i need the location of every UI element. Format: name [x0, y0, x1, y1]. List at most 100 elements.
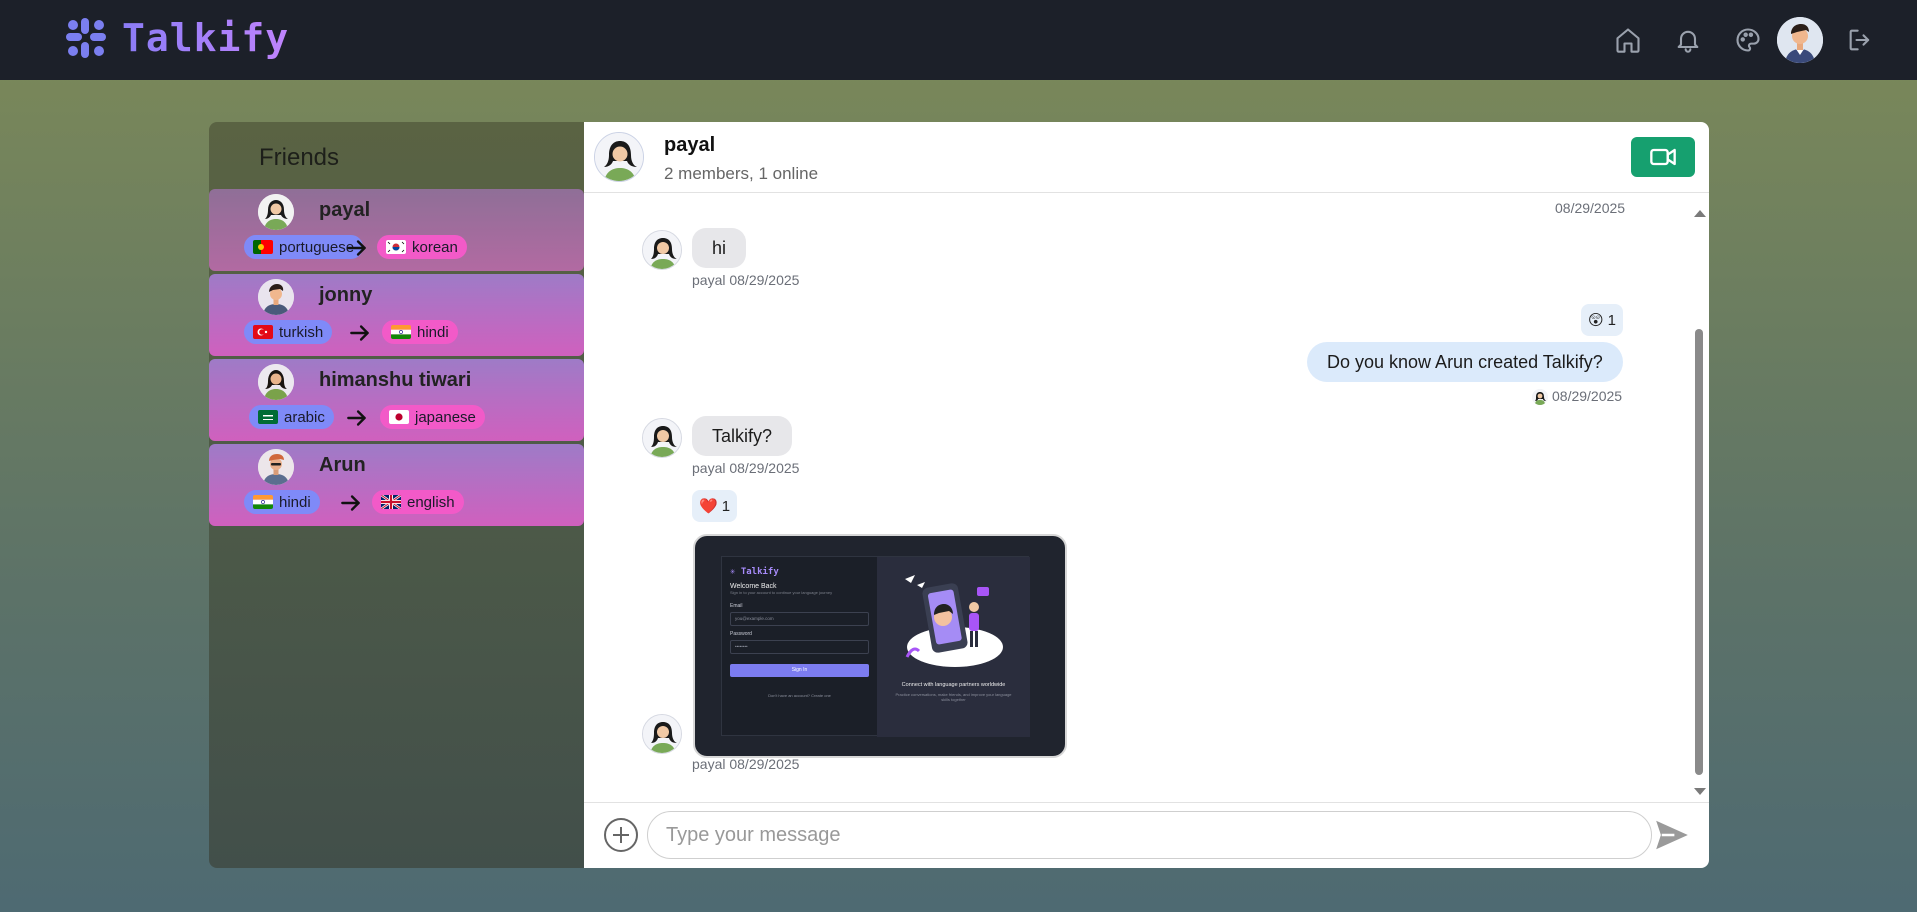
chat-header: payal 2 members, 1 online [584, 122, 1709, 193]
scroll-up-arrow[interactable] [1694, 210, 1706, 217]
reaction-badge[interactable]: ❤️ 1 [692, 490, 738, 522]
heart-icon: ❤️ [699, 498, 718, 515]
arrow-right-icon [344, 405, 370, 431]
video-call-button[interactable] [1631, 137, 1695, 177]
sidebar-title: Friends [259, 144, 340, 171]
message-input[interactable] [647, 811, 1652, 859]
home-icon [1616, 28, 1640, 53]
friend-avatar [258, 279, 294, 315]
message-bubble-outgoing: Do you know Arun created Talkify? [1307, 342, 1623, 382]
logo-icon [66, 18, 106, 58]
home-button[interactable] [1605, 17, 1651, 63]
top-navbar: Talkify [0, 0, 1917, 80]
friend-name: himanshu tiwari [319, 369, 472, 391]
flag-india-icon [391, 325, 411, 339]
woman-avatar-icon [258, 364, 294, 400]
woman-avatar-icon [643, 231, 681, 269]
message-bubble: Talkify? [692, 416, 793, 456]
native-language-label: arabic [284, 408, 325, 426]
native-language-label: turkish [279, 323, 324, 341]
arrow-right-icon [338, 490, 364, 516]
message-avatar [642, 230, 682, 270]
scrollbar-thumb[interactable] [1695, 329, 1703, 775]
screenshot-illustration-panel: Connect with language partners worldwide… [877, 557, 1030, 737]
friend-item-arun[interactable]: Arun hindi english [209, 444, 584, 526]
message-avatar [642, 714, 682, 754]
arrow-right-icon [347, 320, 373, 346]
learning-language-label: korean [412, 238, 458, 256]
friend-name: jonny [319, 284, 373, 306]
friend-avatar [258, 449, 294, 485]
send-button[interactable] [1653, 816, 1693, 856]
friends-sidebar: Friends payal portuguese korean jonny tu… [209, 122, 584, 868]
chat-panel: payal 2 members, 1 online 08/29/2025 hi … [584, 122, 1709, 868]
friend-item-himanshu-tiwari[interactable]: himanshu tiwari arabic japanese [209, 359, 584, 441]
attach-button[interactable] [602, 816, 640, 854]
screenshot-email-label: Email [730, 603, 743, 609]
screenshot-login-form: ✳ Talkify Welcome Back Sign in to your a… [722, 557, 877, 737]
message-avatar [642, 418, 682, 458]
chat-members-status: 2 members, 1 online [664, 164, 819, 183]
screenshot-tagline-sub: Practice conversations, make friends, an… [895, 692, 1012, 702]
theme-button[interactable] [1725, 17, 1771, 63]
message-meta: payal 08/29/2025 [692, 272, 800, 288]
screenshot-footer: Don't have an account? Create one [768, 693, 831, 698]
screenshot-password-field: •••••••• [730, 640, 869, 654]
reaction-count: 1 [721, 497, 731, 515]
bell-icon [1677, 30, 1699, 53]
flag-uk-icon [381, 495, 401, 509]
friend-avatar [258, 194, 294, 230]
learning-language-badge: japanese [380, 405, 485, 429]
screenshot-subheading: Sign in to your account to continue your… [730, 590, 833, 595]
send-icon [1656, 820, 1688, 850]
nav-actions [1591, 17, 1883, 63]
message-timestamp: 08/29/2025 [1555, 200, 1626, 216]
man-avatar-icon [258, 449, 294, 485]
learning-language-label: japanese [415, 408, 476, 426]
user-avatar-icon [1777, 17, 1823, 63]
woman-avatar-icon [258, 194, 294, 230]
screenshot-heading: Welcome Back [730, 583, 777, 590]
flag-portugal-icon [253, 240, 273, 254]
message-list[interactable]: 08/29/2025 hi payal 08/29/2025 😲 1 Do yo… [584, 194, 1709, 800]
woman-avatar-icon [643, 715, 681, 753]
friend-name: Arun [319, 454, 366, 476]
woman-avatar-icon [595, 133, 643, 181]
screenshot-email-field: you@example.com [730, 612, 869, 626]
chat-title: payal [664, 134, 716, 156]
screenshot-preview: ✳ Talkify Welcome Back Sign in to your a… [721, 556, 1030, 737]
learning-language-badge: hindi [382, 320, 458, 344]
notifications-button[interactable] [1665, 17, 1711, 63]
screenshot-sign-in-button: Sign In [730, 664, 869, 677]
flag-korea-icon [386, 240, 406, 254]
shared-image[interactable]: ✳ Talkify Welcome Back Sign in to your a… [693, 534, 1067, 758]
palette-icon [1736, 28, 1760, 52]
learning-language-label: english [407, 493, 455, 511]
friend-item-payal[interactable]: payal portuguese korean [209, 189, 584, 271]
flag-saudi-arabia-icon [258, 410, 278, 424]
woman-avatar-icon [643, 419, 681, 457]
chat-avatar[interactable] [594, 132, 644, 182]
native-language-label: hindi [279, 493, 311, 511]
friend-name: payal [319, 199, 371, 221]
learning-language-badge: korean [377, 235, 467, 259]
native-language-badge: hindi [244, 490, 320, 514]
flag-turkey-icon [253, 325, 273, 339]
flag-india-icon [253, 495, 273, 509]
video-camera-icon [1650, 148, 1676, 166]
screenshot-password-label: Password [730, 631, 752, 637]
native-language-badge: turkish [244, 320, 333, 344]
scrollbar[interactable] [1693, 202, 1706, 802]
learning-language-label: hindi [417, 323, 449, 341]
reaction-badge[interactable]: 😲 1 [1581, 304, 1623, 336]
friend-item-jonny[interactable]: jonny turkish hindi [209, 274, 584, 356]
user-avatar[interactable] [1777, 17, 1823, 63]
logout-button[interactable] [1837, 17, 1883, 63]
illustration-icon [905, 575, 1003, 667]
native-language-badge: arabic [249, 405, 334, 429]
arrow-right-icon [344, 235, 370, 261]
brand[interactable]: Talkify [64, 16, 289, 60]
scroll-down-arrow[interactable] [1694, 788, 1706, 795]
learning-language-badge: english [372, 490, 464, 514]
native-language-label: portuguese [279, 238, 355, 256]
